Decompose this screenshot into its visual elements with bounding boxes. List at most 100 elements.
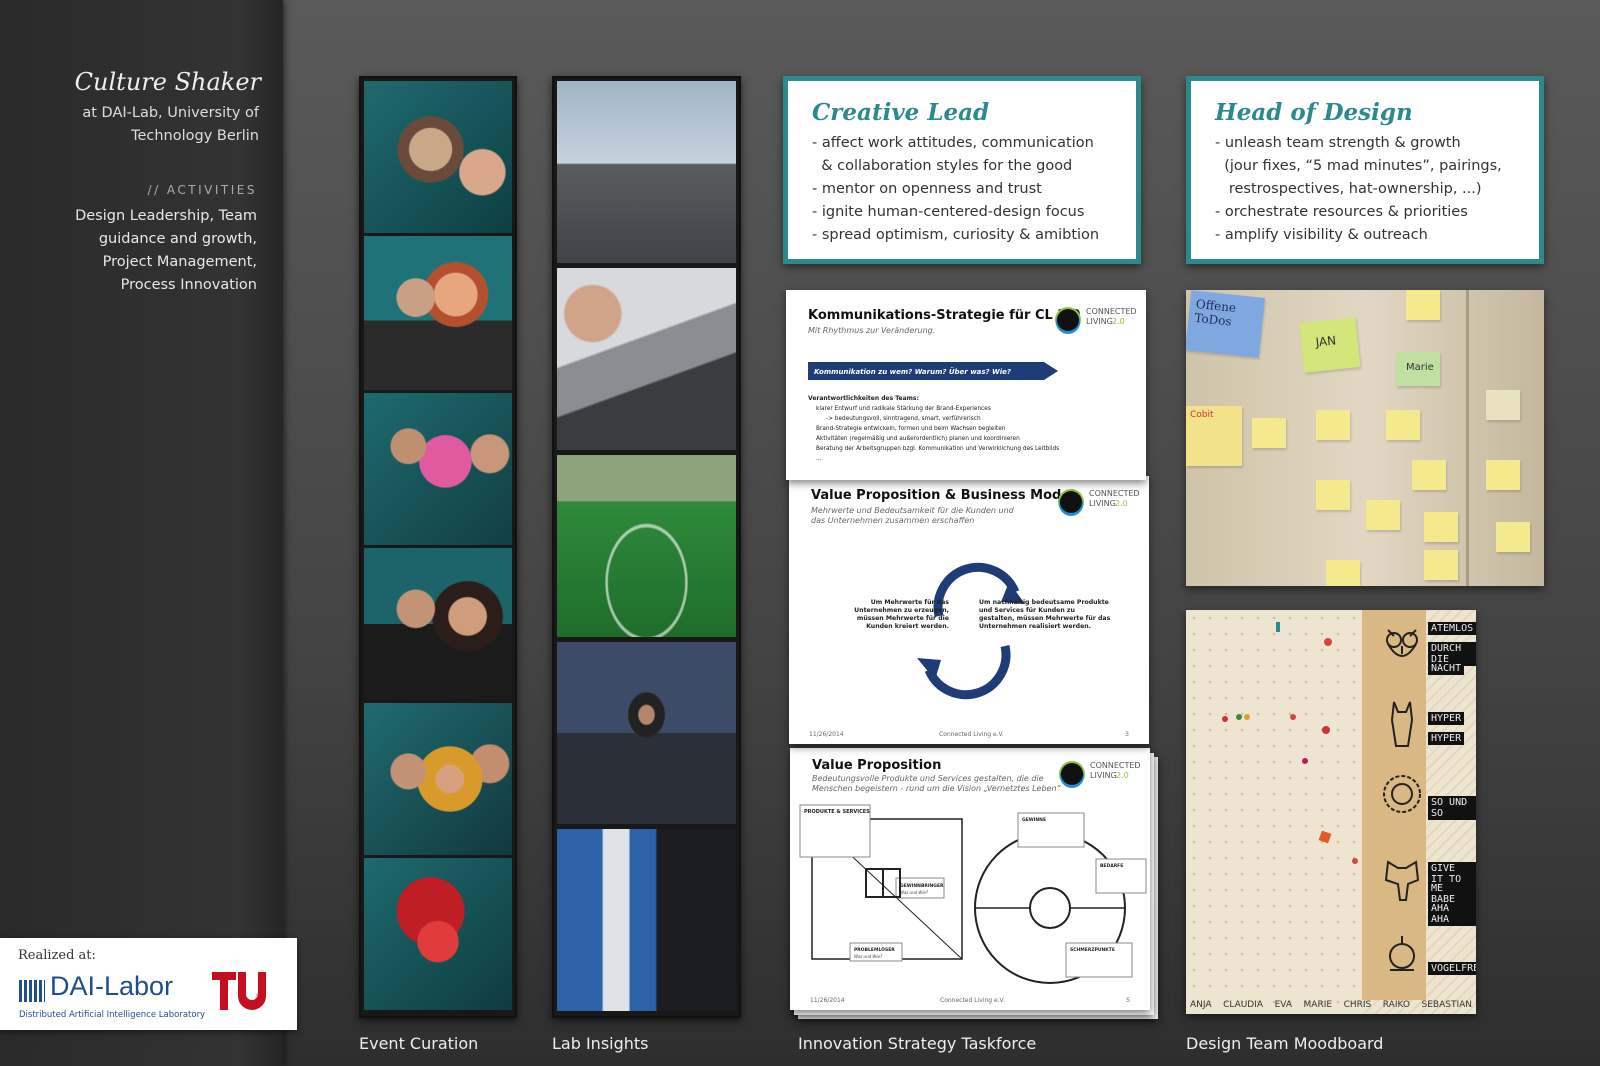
event-photo (364, 81, 512, 233)
card-line: - spread optimism, curiosity & amibtion (812, 227, 1100, 243)
slide-value-proposition: Value Proposition Bedeutungsvolle Produk… (790, 748, 1150, 1010)
sticky-note: Cobit (1186, 406, 1242, 466)
event-photo (364, 548, 512, 700)
slide-title: Value Proposition & Business Model (811, 488, 1075, 503)
event-photo (364, 858, 512, 1010)
team-name: SEBASTIAN (1421, 1000, 1472, 1010)
team-name: RAIKO (1382, 1000, 1410, 1010)
slide-subtitle: Mehrwerte und Bedeutsamkeit für die Kund… (811, 506, 1014, 526)
box-sublabel: Was und Wie? (900, 890, 929, 895)
pin-icon (1324, 638, 1332, 646)
logo-version: 2.0 (1116, 771, 1129, 780)
team-name: ANJA (1190, 1000, 1212, 1010)
cycle-text: Um nachhaltig bedeutsame Produkte (979, 599, 1109, 606)
slide-bullets: klarer Entwurf und radikale Stärkung der… (816, 404, 1059, 464)
elephant-icon (1380, 854, 1424, 906)
slide-communication-strategy: Kommunikations-Strategie für CL 2.0 Mit … (786, 290, 1146, 480)
card-line: & collaboration styles for the good (812, 158, 1073, 174)
cycle-text: müssen Mehrwerte für die (857, 615, 949, 622)
logo-text: LIVING (1090, 771, 1117, 780)
slide-bullet: Beratung der Arbeitsgruppen bzgl. Kommun… (816, 446, 1060, 452)
cycle-text: Unternehmen realisiert werden. (979, 623, 1091, 630)
logo-text: CONNECTED (1090, 761, 1141, 770)
connected-living-logo-icon: CONNECTED LIVING 2.0 (1055, 307, 1137, 334)
moodboard-label: VOGELFREI (1428, 962, 1476, 975)
value-proposition-canvas: PRODUKTE & SERVICES GEWINNBRINGER Was un… (799, 804, 1147, 984)
moodboard-photo: ATEMLOS DURCH DIE NACHT HYPER HYPER SO U… (1186, 610, 1476, 1014)
card-line: restrospectives, hat-ownership, ...) (1215, 181, 1482, 197)
slide-bullet: klarer Entwurf und radikale Stärkung der… (816, 406, 991, 412)
pin-icon (1302, 758, 1308, 764)
event-photo-strip (359, 76, 517, 1018)
sticky-note (1252, 418, 1286, 448)
logo-version: 2.0 (1115, 499, 1128, 508)
card-line: - mentor on openness and trust (812, 181, 1042, 197)
box-label: PROBLEMLÖSER (854, 946, 895, 953)
sticky-note (1326, 560, 1360, 586)
cycle-text: gestalten, müssen Mehrwerte für das (979, 615, 1111, 622)
box-sublabel: Was und Wie? (854, 954, 883, 959)
realized-at-label: Realized at: (18, 948, 96, 963)
slide-date: 11/26/2014 (810, 997, 845, 1004)
pin-icon (1276, 622, 1280, 632)
bird-icon (1384, 934, 1420, 982)
team-names-row: ANJA CLAUDIA EVA MARIE CHRIS RAIKO SEBAS… (1190, 1000, 1472, 1010)
moodboard-label: NACHT (1428, 662, 1465, 675)
moodboard-label: AHA AHA (1428, 902, 1476, 926)
sticky-note (1386, 410, 1420, 440)
sticky-note (1406, 290, 1440, 320)
sticky-note (1424, 512, 1458, 542)
card-line: (jour fixes, “5 mad minutes”, pairings, (1215, 158, 1502, 174)
team-name: CLAUDIA (1223, 1000, 1264, 1010)
lab-photo (557, 268, 736, 450)
sidebar: Culture Shaker at DAI-Lab, University of… (0, 0, 283, 1066)
subtitle-line: Technology Berlin (131, 128, 259, 144)
sticky-note (1486, 390, 1520, 420)
card-line: - ignite human-centered-design focus (812, 204, 1085, 220)
slide-bullet: ... (816, 456, 822, 462)
slide-org: Connected Living e.V. (939, 731, 1004, 738)
box-label: GEWINNE (1022, 817, 1046, 823)
card-line: - affect work attitudes, communication (812, 135, 1094, 151)
moodboard-label: HYPER (1428, 712, 1465, 725)
logo-text: LIVING (1089, 499, 1116, 508)
slide-page: 5 (1126, 997, 1130, 1004)
team-name: EVA (1274, 1000, 1293, 1010)
owl-icon (1384, 624, 1420, 668)
sticky-note-text: Marie (1406, 362, 1434, 373)
dai-labor-subtext: Distributed Artificial Intelligence Labo… (19, 1010, 206, 1020)
cycle-text: Unternehmen zu erzeugen, (854, 607, 949, 614)
event-photo (364, 703, 512, 855)
logo-text: CONNECTED (1089, 489, 1140, 498)
subtitle-line: Mehrwerte und Bedeutsamkeit für die Kund… (811, 506, 1014, 515)
lion-icon (1382, 772, 1422, 820)
slide-heading: Verantwortlichkeiten des Teams: (808, 395, 919, 402)
event-photo (364, 393, 512, 545)
sticky-note: Marie (1396, 352, 1440, 386)
team-name: MARIE (1303, 1000, 1333, 1010)
box-label: GEWINNBRINGER (900, 883, 944, 889)
sticky-note (1412, 460, 1446, 490)
lab-photo-strip (552, 76, 741, 1018)
caption-design-moodboard: Design Team Moodboard (1186, 1034, 1384, 1053)
slide-page: 3 (1125, 731, 1129, 738)
pin-icon (1322, 726, 1330, 734)
cycle-text: und Services für Kunden zu (979, 607, 1075, 614)
subtitle-line: das Unternehmen zusammen erschaffen (811, 516, 975, 525)
box-label: SCHMERZPUNKTE (1070, 947, 1115, 953)
sticky-note: JAN (1299, 317, 1361, 373)
pin-icon (1222, 716, 1228, 722)
project-title: Culture Shaker (74, 68, 261, 96)
sticky-note-text: Cobit (1190, 410, 1214, 420)
sticky-note (1486, 460, 1520, 490)
event-photo (364, 236, 512, 390)
caption-event-curation: Event Curation (359, 1034, 479, 1053)
logo-text: CONNECTED (1086, 307, 1137, 316)
cycle-text: Um Mehrwerte für das (871, 599, 950, 606)
slide-business-model: Value Proposition & Business Model Mehrw… (789, 476, 1149, 744)
slide-title: Value Proposition (812, 758, 942, 773)
pin-icon (1244, 714, 1250, 720)
pin-icon (1352, 858, 1358, 864)
sticky-note-text: JAN (1314, 333, 1337, 350)
slide-subtitle: Mit Rhythmus zur Veränderung. (808, 326, 936, 335)
